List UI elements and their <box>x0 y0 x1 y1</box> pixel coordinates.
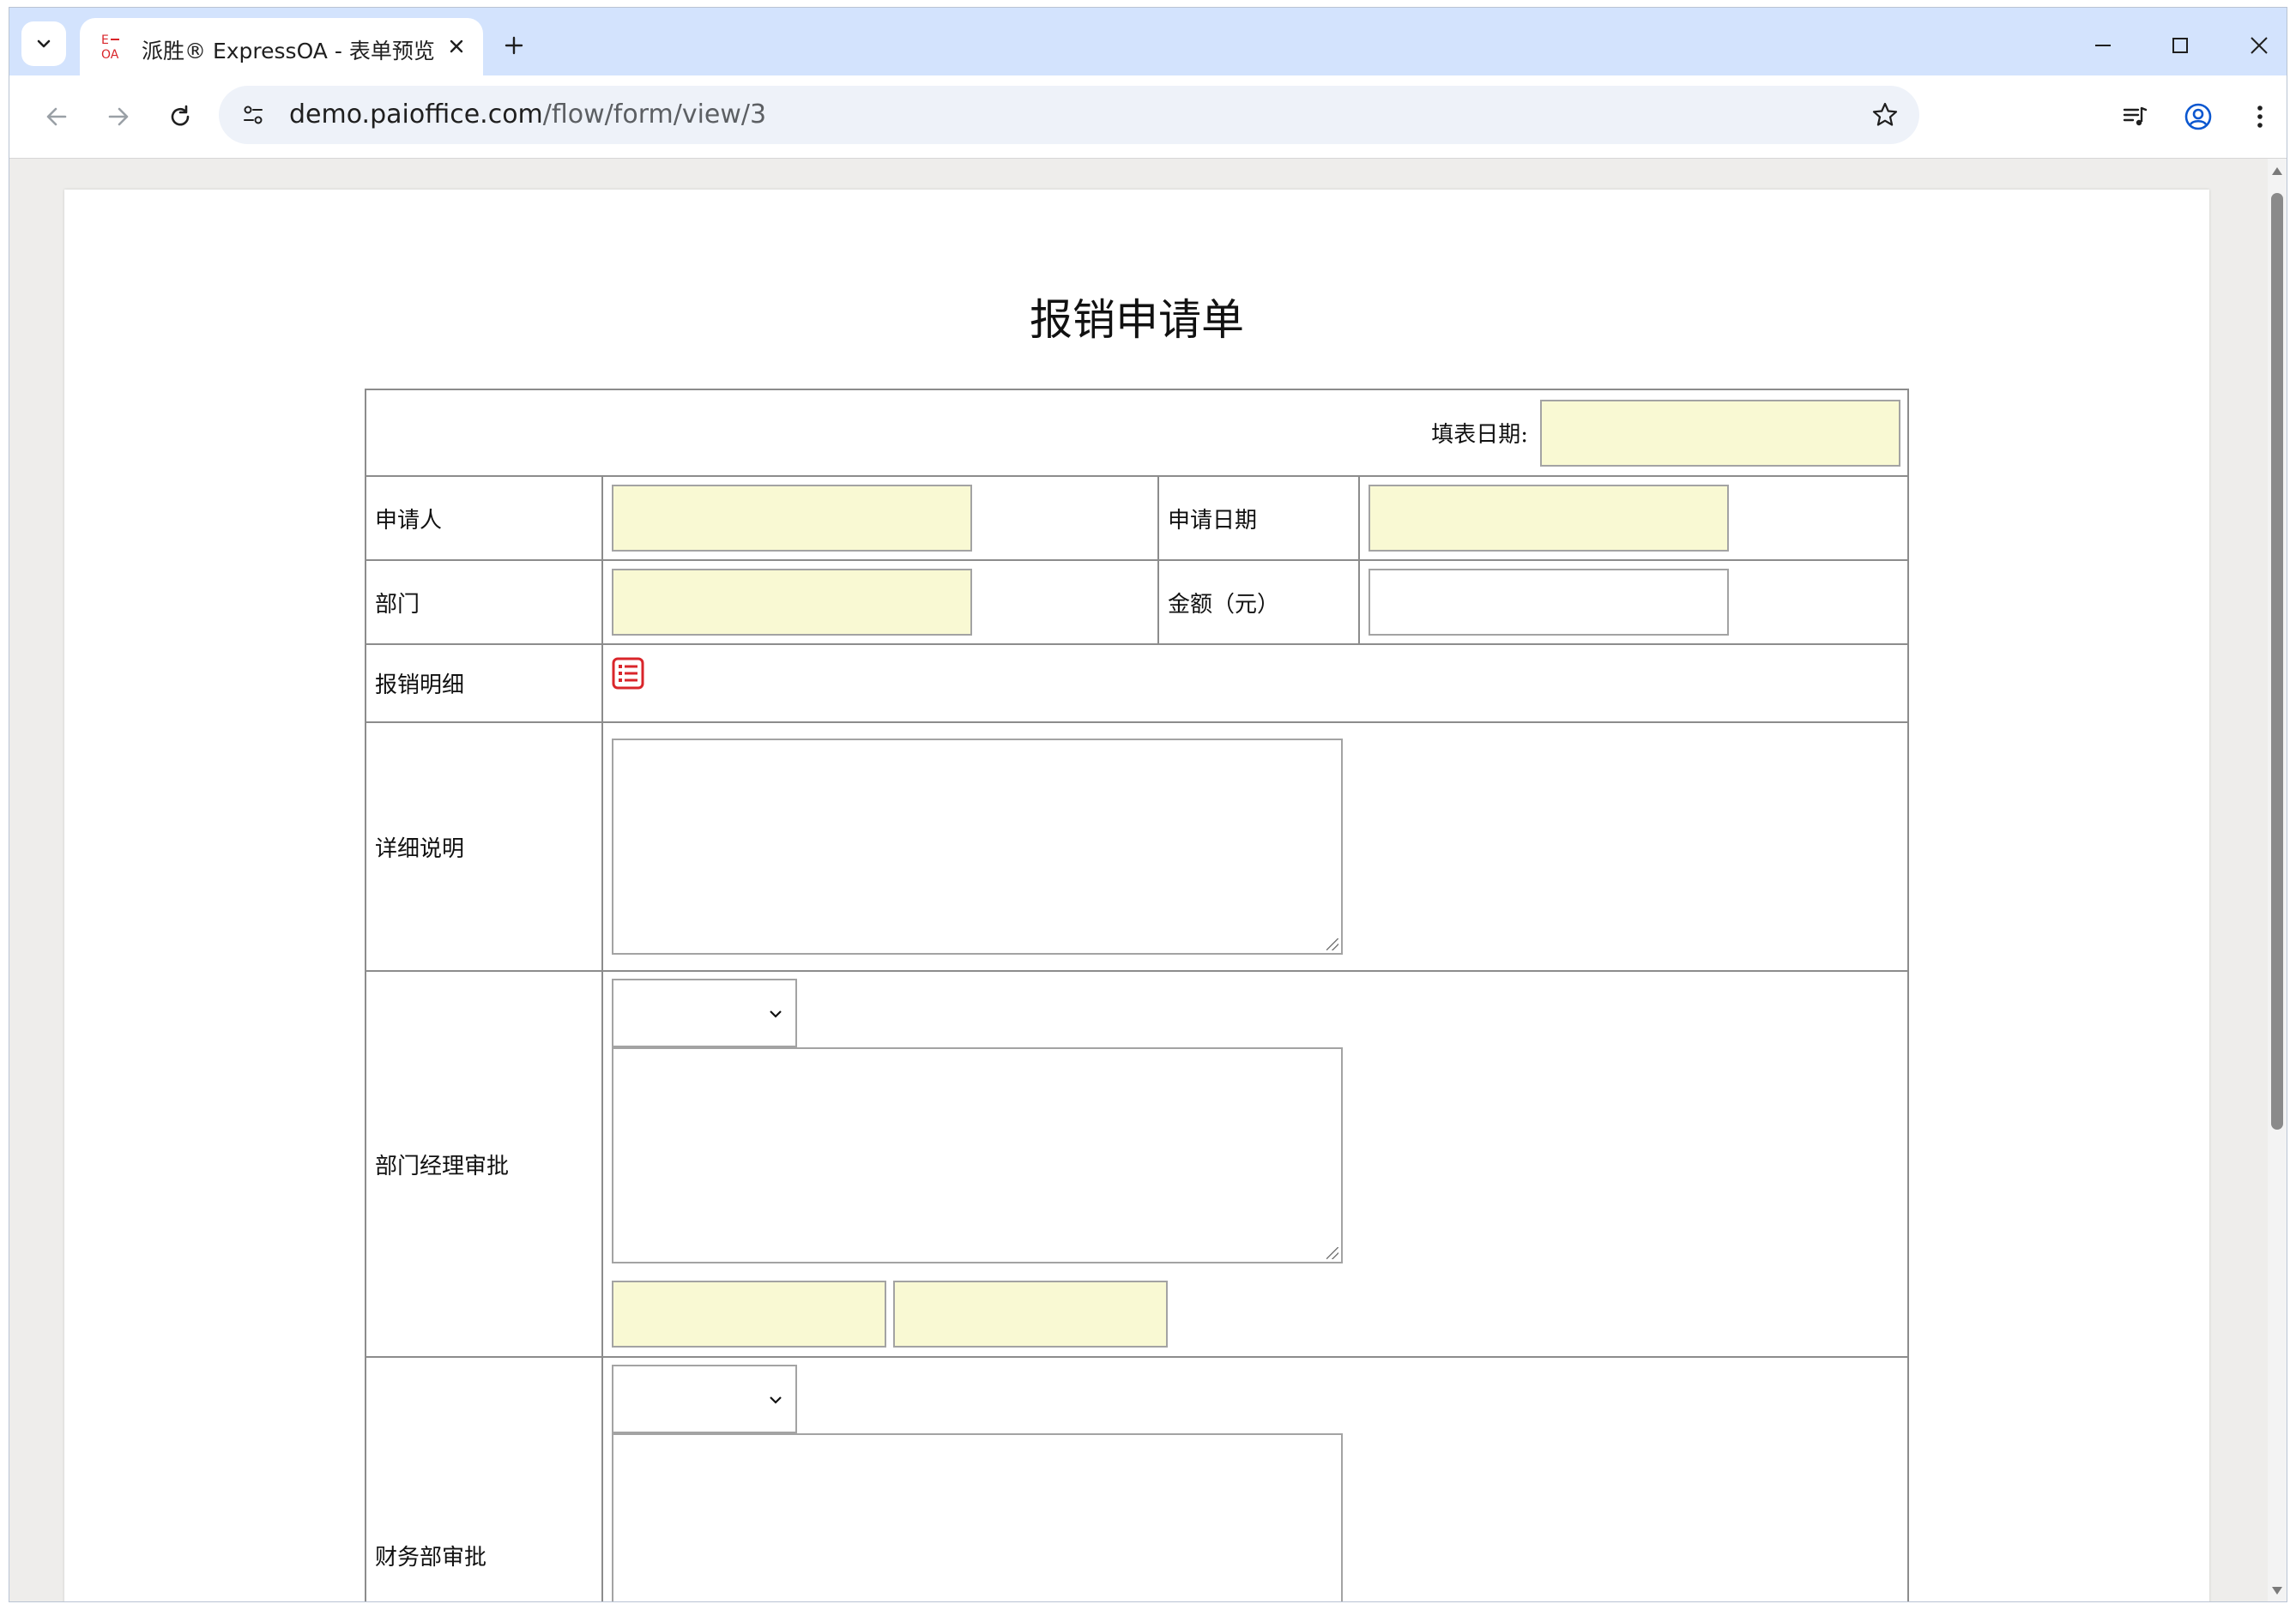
tab-close-button[interactable] <box>444 33 469 59</box>
amount-input[interactable] <box>1369 569 1729 636</box>
plus-icon <box>505 36 523 55</box>
arrow-left-icon <box>46 107 67 126</box>
profile-button[interactable] <box>2175 93 2221 140</box>
scroll-down-arrow-icon[interactable] <box>2272 1587 2282 1595</box>
finance-approval-cell <box>601 1356 1909 1601</box>
scrollbar-thumb[interactable] <box>2271 193 2283 1130</box>
minimize-button[interactable] <box>2077 20 2129 71</box>
queue-music-icon <box>2123 106 2148 126</box>
fill-date-input[interactable] <box>1540 399 1900 467</box>
resize-grip-icon[interactable] <box>1326 1247 1338 1259</box>
bookmark-button[interactable] <box>1866 96 1904 134</box>
url-path: /flow/form/view/3 <box>542 99 767 130</box>
chevron-down-icon <box>770 1010 782 1018</box>
svg-text:E: E <box>101 33 109 47</box>
forward-button[interactable] <box>95 93 142 140</box>
manager-signature-row <box>612 1281 1899 1348</box>
url-text[interactable]: demo.paioffice.com/flow/form/view/3 <box>289 99 766 130</box>
description-cell <box>601 721 1909 972</box>
fill-date-row: 填表日期: <box>365 389 1909 477</box>
manager-signer-input[interactable] <box>612 1281 886 1348</box>
arrow-right-icon <box>108 107 129 126</box>
tune-icon <box>244 106 263 124</box>
site-info-button[interactable] <box>234 96 272 134</box>
applicant-cell <box>601 475 1159 561</box>
expense-form-table: 填表日期: 申请人 申请日期 部门 金额（元） 报销明细 详细说明 部门经理审批… <box>365 389 1909 1601</box>
account-circle-icon <box>2184 103 2212 130</box>
minimize-icon <box>2095 45 2111 46</box>
close-icon <box>450 39 463 53</box>
applicant-input[interactable] <box>612 485 972 552</box>
manager-approval-select[interactable] <box>612 979 797 1047</box>
applicant-label: 申请人 <box>365 475 603 561</box>
tab-strip: E OA 派胜® ExpressOA - 表单预览 - 派胜 <box>9 8 2287 75</box>
maximize-icon <box>2172 38 2188 53</box>
window-close-button[interactable] <box>2233 20 2285 71</box>
list-icon[interactable] <box>612 657 644 690</box>
finance-approval-label: 财务部审批 <box>365 1356 603 1601</box>
scroll-up-arrow-icon[interactable] <box>2272 167 2282 175</box>
reload-icon <box>171 105 190 126</box>
finance-comment-textarea[interactable] <box>612 1433 1343 1601</box>
address-bar[interactable]: demo.paioffice.com/flow/form/view/3 <box>219 86 1919 144</box>
back-button[interactable] <box>33 93 80 140</box>
page-viewport: 报销申请单 填表日期: 申请人 申请日期 部门 金额（元） 报销明细 详细说明 … <box>9 159 2269 1601</box>
manager-sign-date-input[interactable] <box>893 1281 1168 1348</box>
expense-detail-cell <box>601 643 1909 723</box>
manager-approval-label: 部门经理审批 <box>365 970 603 1358</box>
close-icon <box>2251 37 2268 54</box>
maximize-button[interactable] <box>2154 20 2206 71</box>
finance-approval-select[interactable] <box>612 1365 797 1433</box>
url-host: demo.paioffice.com <box>289 99 543 130</box>
department-cell <box>601 559 1159 645</box>
active-tab[interactable]: E OA 派胜® ExpressOA - 表单预览 - 派胜 <box>80 18 483 75</box>
browser-toolbar: demo.paioffice.com/flow/form/view/3 <box>9 75 2287 159</box>
department-input[interactable] <box>612 569 972 636</box>
description-label: 详细说明 <box>365 721 603 972</box>
department-label: 部门 <box>365 559 603 645</box>
vertical-scrollbar[interactable] <box>2268 159 2287 1601</box>
apply-date-input[interactable] <box>1369 485 1729 552</box>
menu-button[interactable] <box>2237 93 2283 140</box>
media-controls-button[interactable] <box>2112 93 2158 140</box>
new-tab-button[interactable] <box>497 28 531 63</box>
chevron-down-icon <box>770 1396 782 1404</box>
amount-cell <box>1358 559 1909 645</box>
star-icon <box>1872 102 1898 126</box>
browser-window: E OA 派胜® ExpressOA - 表单预览 - 派胜 <box>9 7 2287 1602</box>
form-title: 报销申请单 <box>1030 295 1244 345</box>
chevron-down-icon <box>37 39 51 48</box>
description-textarea[interactable] <box>612 739 1343 955</box>
manager-approval-cell <box>601 970 1909 1358</box>
expense-detail-label: 报销明细 <box>365 643 603 723</box>
fill-date-label: 填表日期: <box>1431 422 1528 448</box>
resize-grip-icon[interactable] <box>1326 938 1338 950</box>
more-vert-icon <box>2257 106 2263 128</box>
expressoa-logo-icon: E OA <box>101 33 119 61</box>
reload-button[interactable] <box>157 93 203 140</box>
apply-date-cell <box>1358 475 1909 561</box>
svg-text:OA: OA <box>101 48 119 61</box>
manager-comment-textarea[interactable] <box>612 1047 1343 1263</box>
tab-title: 派胜® ExpressOA - 表单预览 - 派胜 <box>142 39 440 63</box>
apply-date-label: 申请日期 <box>1157 475 1360 561</box>
form-page: 报销申请单 填表日期: 申请人 申请日期 部门 金额（元） 报销明细 详细说明 … <box>64 190 2209 1601</box>
tab-search-button[interactable] <box>21 21 66 66</box>
amount-label: 金额（元） <box>1157 559 1360 645</box>
